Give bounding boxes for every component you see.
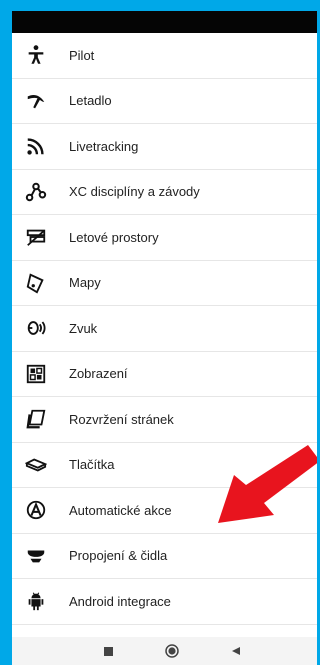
person-icon — [25, 44, 47, 66]
menu-item-label: Zvuk — [69, 320, 98, 336]
recent-apps-icon[interactable] — [101, 644, 115, 658]
menu-item-label: Pilot — [69, 47, 95, 63]
menu-item-label: Livetracking — [69, 138, 139, 154]
menu-item-xc-competitions[interactable]: XC disciplíny a závody — [12, 170, 317, 215]
menu-item-display[interactable]: Zobrazení — [12, 352, 317, 397]
display-grid-icon — [25, 363, 47, 385]
menu-item-pilot[interactable]: Pilot — [12, 33, 317, 79]
menu-item-connections-sensors[interactable]: Propojení & čidla — [12, 534, 317, 579]
menu-item-label: Automatické akce — [69, 502, 172, 518]
back-icon[interactable] — [229, 644, 243, 658]
menu-item-label: Letadlo — [69, 93, 112, 109]
menu-item-label: Mapy — [69, 275, 101, 291]
route-icon — [25, 181, 47, 203]
menu-item-airspaces[interactable]: Letové prostory — [12, 215, 317, 261]
android-icon — [25, 590, 47, 612]
menu-item-label: XC disciplíny a závody — [69, 184, 200, 200]
menu-item-aircraft[interactable]: Letadlo — [12, 79, 317, 124]
menu-item-livetracking[interactable]: Livetracking — [12, 124, 317, 170]
menu-item-maps[interactable]: Mapy — [12, 261, 317, 306]
menu-item-page-layout[interactable]: Rozvržení stránek — [12, 397, 317, 443]
android-nav-bar — [12, 637, 317, 665]
buttons-icon — [25, 454, 47, 476]
status-bar — [12, 11, 317, 33]
settings-menu: Pilot Letadlo Livetracking XC disciplíny… — [12, 33, 317, 625]
app-screen: Pilot Letadlo Livetracking XC disciplíny… — [12, 11, 317, 665]
menu-item-label: Zobrazení — [69, 366, 128, 382]
menu-item-android-integration[interactable]: Android integrace — [12, 579, 317, 625]
home-icon[interactable] — [165, 644, 179, 658]
pages-icon — [25, 408, 47, 430]
airspace-icon — [25, 226, 47, 248]
signal-icon — [25, 135, 47, 157]
map-icon — [25, 272, 47, 294]
menu-item-label: Rozvržení stránek — [69, 411, 174, 427]
auto-icon — [25, 499, 47, 521]
menu-item-label: Android integrace — [69, 593, 171, 609]
menu-item-label: Letové prostory — [69, 229, 159, 245]
speaker-icon — [25, 317, 47, 339]
glider-icon — [25, 90, 47, 112]
menu-item-label: Propojení & čidla — [69, 548, 168, 564]
menu-item-automatic-actions[interactable]: Automatické akce — [12, 488, 317, 534]
menu-item-label: Tlačítka — [69, 457, 115, 473]
menu-item-sound[interactable]: Zvuk — [12, 306, 317, 352]
device-frame: Pilot Letadlo Livetracking XC disciplíny… — [0, 0, 317, 665]
sensor-icon — [25, 545, 47, 567]
menu-item-buttons[interactable]: Tlačítka — [12, 443, 317, 488]
